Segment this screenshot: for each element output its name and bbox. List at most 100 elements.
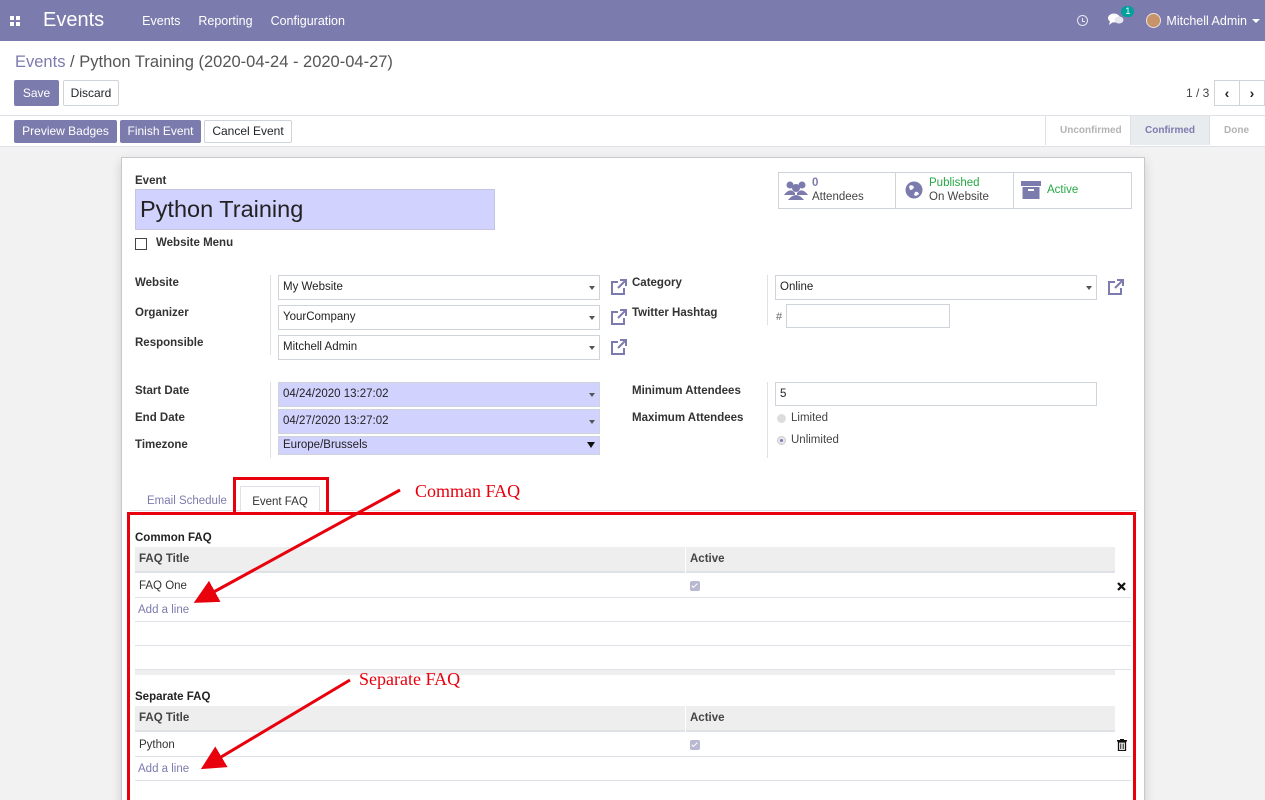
field-separator	[270, 275, 271, 355]
col-active[interactable]: Active	[690, 553, 725, 565]
col-faq-title[interactable]: FAQ Title	[139, 712, 189, 724]
activity-clock-icon[interactable]	[1077, 15, 1089, 26]
table-row[interactable]: Python	[135, 733, 1131, 757]
finish-event-button[interactable]: Finish Event	[120, 120, 201, 143]
website-select[interactable]: My Website	[278, 275, 600, 300]
pager-next-icon[interactable]: ›	[1239, 80, 1265, 106]
category-external-link-icon[interactable]	[1107, 278, 1125, 296]
field-separator	[767, 382, 768, 458]
active-checkbox[interactable]	[690, 581, 700, 591]
field-separator	[767, 275, 768, 325]
menu-reporting[interactable]: Reporting	[198, 14, 252, 28]
table-row[interactable]: FAQ One	[135, 574, 1131, 598]
faq-title-cell[interactable]: Python	[139, 739, 175, 751]
event-name-input[interactable]: Python Training	[135, 189, 495, 230]
website-published-smart-button[interactable]: Published On Website	[896, 173, 1014, 208]
cancel-event-button[interactable]: Cancel Event	[204, 120, 292, 143]
stage-confirmed[interactable]: Confirmed	[1130, 116, 1209, 145]
twitter-hashtag-label: Twitter Hashtag	[632, 307, 718, 319]
delete-row-x-icon[interactable]	[1117, 582, 1126, 591]
website-menu-label: Website Menu	[156, 237, 234, 249]
timezone-value: Europe/Brussels	[283, 439, 368, 451]
attendees-icon	[784, 181, 808, 200]
attendees-smart-button[interactable]: 0 Attendees	[779, 173, 896, 208]
menu-events[interactable]: Events	[142, 14, 180, 28]
globe-icon	[905, 181, 923, 199]
field-separator	[270, 382, 271, 458]
discard-button[interactable]: Discard	[63, 80, 119, 106]
empty-row	[135, 598, 1131, 622]
menu-configuration[interactable]: Configuration	[271, 14, 345, 28]
start-date-value: 04/24/2020 13:27:02	[283, 388, 389, 400]
common-faq-header: FAQ Title Active	[135, 547, 1115, 573]
responsible-select[interactable]: Mitchell Admin	[278, 335, 600, 360]
save-button[interactable]: Save	[14, 80, 59, 106]
unlimited-radio[interactable]	[777, 436, 786, 445]
apps-menu-icon[interactable]	[0, 0, 30, 41]
col-separator	[685, 547, 686, 573]
annotation-common-faq: Comman FAQ	[415, 481, 521, 501]
unlimited-radio-label: Unlimited	[791, 434, 839, 446]
organizer-select[interactable]: YourCompany	[278, 305, 600, 330]
timezone-select[interactable]: Europe/Brussels	[278, 436, 600, 455]
user-caret-icon[interactable]	[1252, 18, 1260, 23]
organizer-external-link-icon[interactable]	[610, 308, 628, 326]
start-date-input[interactable]: 04/24/2020 13:27:02	[278, 382, 600, 407]
separate-faq-title: Separate FAQ	[135, 691, 211, 703]
annotation-separate-faq: Separate FAQ	[359, 669, 461, 689]
empty-row	[135, 757, 1131, 781]
pager-value[interactable]: 1 / 3	[1186, 86, 1209, 100]
stage-done[interactable]: Done	[1209, 116, 1265, 145]
tab-event-faq[interactable]: Event FAQ	[240, 486, 320, 511]
hashtag-prefix: #	[776, 311, 783, 323]
dropdown-arrow-icon	[587, 442, 595, 448]
user-avatar[interactable]	[1146, 13, 1162, 28]
app-brand[interactable]: Events	[43, 9, 104, 32]
end-date-value: 04/27/2020 13:27:02	[283, 415, 389, 427]
col-separator	[685, 706, 686, 732]
control-panel: Events / Python Training (2020-04-24 - 2…	[0, 41, 1265, 147]
website-external-link-icon[interactable]	[610, 278, 628, 296]
col-faq-title[interactable]: FAQ Title	[139, 553, 189, 565]
website-menu-checkbox[interactable]	[135, 238, 147, 250]
top-navbar: Events Events Reporting Configuration 1 …	[0, 0, 1265, 41]
dropdown-arrow-icon	[589, 286, 595, 290]
breadcrumb-separator: /	[70, 53, 75, 71]
empty-row	[135, 622, 1131, 646]
tab-email-schedule[interactable]: Email Schedule	[147, 495, 227, 507]
dropdown-arrow-icon	[589, 420, 595, 424]
responsible-external-link-icon[interactable]	[610, 338, 628, 356]
active-smart-button[interactable]: Active	[1014, 173, 1131, 208]
category-select[interactable]: Online	[775, 275, 1097, 300]
dropdown-arrow-icon	[1086, 286, 1092, 290]
limited-radio[interactable]	[777, 414, 786, 423]
responsible-label: Responsible	[135, 337, 204, 349]
dropdown-arrow-icon	[589, 393, 595, 397]
organizer-value: YourCompany	[283, 311, 356, 323]
website-value: My Website	[283, 281, 343, 293]
user-menu[interactable]: Mitchell Admin	[1166, 14, 1247, 28]
col-active[interactable]: Active	[690, 712, 725, 724]
min-attendees-label: Minimum Attendees	[632, 385, 741, 397]
preview-badges-button[interactable]: Preview Badges	[14, 120, 117, 143]
limited-radio-label: Limited	[791, 412, 829, 424]
active-checkbox[interactable]	[690, 740, 700, 750]
breadcrumb-current: Python Training (2020-04-24 - 2020-04-27…	[79, 53, 393, 71]
messaging-chat-icon[interactable]: 1	[1108, 5, 1135, 29]
dropdown-arrow-icon	[589, 346, 595, 350]
end-date-input[interactable]: 04/27/2020 13:27:02	[278, 409, 600, 434]
stage-unconfirmed[interactable]: Unconfirmed	[1045, 116, 1130, 145]
category-label: Category	[632, 277, 682, 289]
form-sheet: 0 Attendees Published On Website Active …	[121, 157, 1145, 800]
faq-title-cell[interactable]: FAQ One	[139, 580, 187, 592]
trash-icon[interactable]	[1117, 739, 1127, 751]
pager-previous-icon[interactable]: ‹	[1214, 80, 1240, 106]
archive-icon	[1021, 181, 1041, 199]
attendees-label: Attendees	[812, 191, 864, 203]
website-label: Website	[135, 277, 179, 289]
breadcrumb-events-link[interactable]: Events	[15, 53, 65, 71]
twitter-hashtag-input[interactable]	[786, 304, 950, 328]
status-bar: Preview Badges Finish Event Cancel Event…	[0, 115, 1265, 145]
min-attendees-input[interactable]: 5	[775, 382, 1097, 406]
smart-buttons: 0 Attendees Published On Website Active	[778, 172, 1132, 209]
